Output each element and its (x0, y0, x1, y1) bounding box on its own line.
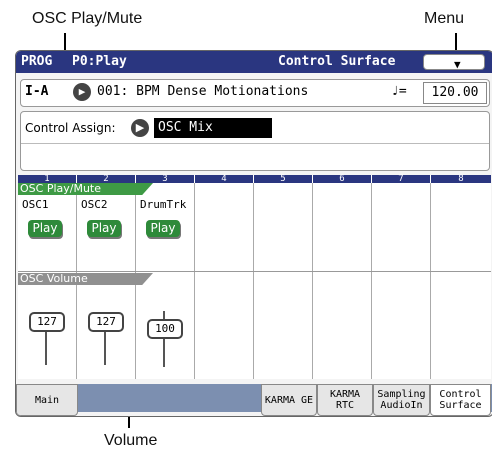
slot-column (254, 183, 313, 379)
tab-karma-ge[interactable]: KARMA GE (261, 384, 317, 416)
slot-column (372, 183, 431, 379)
slot-name: OSC1 (22, 198, 49, 211)
menu-callout: Menu (424, 10, 465, 27)
column-number: 5 (254, 175, 312, 184)
slot-name: DrumTrk (140, 198, 187, 211)
osc1-play-button[interactable]: Play (28, 220, 62, 237)
control-assign-select[interactable]: OSC Mix (154, 118, 272, 138)
drumtrk-play-button[interactable]: Play (146, 220, 180, 237)
program-name: 001: BPM Dense Motionations (97, 84, 309, 99)
osc1-volume-slider-track[interactable] (45, 327, 47, 365)
tempo-value: 120.00 (431, 85, 479, 100)
column-number: 2 (77, 175, 135, 184)
control-assign-arrow-icon[interactable]: ▶ (131, 119, 149, 137)
control-assign-panel: Control Assign: ▶ OSC Mix (20, 111, 490, 171)
osc2-volume-slider[interactable]: 127 (88, 312, 124, 332)
control-assign-divider (21, 143, 489, 144)
tab-control-surface[interactable]: Control Surface (430, 384, 491, 416)
osc2-play-button[interactable]: Play (87, 220, 121, 237)
slot-grid: 1 2 3 4 5 6 7 8 OSC Play/Mute OSC1 OSC2 … (18, 175, 491, 379)
column-number: 8 (431, 175, 491, 184)
osc2-volume-slider-track[interactable] (104, 327, 106, 365)
program-select-row[interactable]: I-A ▶ 001: BPM Dense Motionations ♩= 120… (20, 79, 490, 107)
column-number: 3 (136, 175, 194, 184)
volume-section-label: OSC Volume (18, 273, 153, 285)
column-number: 4 (195, 175, 253, 184)
osc-play-mute-callout: OSC Play/Mute (32, 10, 143, 27)
mode-label: PROG (21, 54, 53, 69)
column-number: 1 (18, 175, 76, 184)
tab-main[interactable]: Main (16, 384, 78, 416)
tab-label: Sampling AudioIn (377, 389, 426, 411)
chevron-down-icon: ▼ (454, 58, 461, 71)
tab-label: Main (34, 394, 60, 406)
bank-label: I-A (25, 84, 49, 99)
program-arrow-icon[interactable]: ▶ (73, 83, 91, 101)
tab-label: KARMA GE (264, 394, 314, 406)
drumtrk-volume-slider[interactable]: 100 (147, 319, 183, 339)
tab-sampling-audioin[interactable]: Sampling AudioIn (373, 384, 430, 416)
menu-button[interactable]: ▼ (423, 54, 485, 71)
slot-column (313, 183, 372, 379)
column-number: 6 (313, 175, 371, 184)
play-mute-section-label: OSC Play/Mute (18, 183, 153, 195)
tempo-field[interactable]: 120.00 (423, 82, 487, 104)
control-surface-window: PROG P0:Play Control Surface ▼ I-A ▶ 001… (15, 50, 492, 417)
screen-title: Control Surface (278, 54, 396, 69)
page-tabs: Main KARMA GE KARMA RTC Sampling AudioIn… (16, 384, 492, 416)
tab-label: KARMA RTC (329, 389, 361, 411)
page-label: P0:Play (72, 54, 127, 69)
tab-karma-rtc[interactable]: KARMA RTC (317, 384, 373, 416)
tempo-symbol: ♩= (391, 84, 407, 99)
tab-label: Control Surface (439, 389, 482, 411)
column-number: 7 (372, 175, 430, 184)
volume-callout: Volume (104, 432, 158, 449)
slot-name: OSC2 (81, 198, 108, 211)
control-assign-label: Control Assign: (25, 121, 116, 135)
slot-column (195, 183, 254, 379)
osc1-volume-slider[interactable]: 127 (29, 312, 65, 332)
title-bar: PROG P0:Play Control Surface ▼ (16, 51, 492, 73)
section-divider (18, 271, 491, 272)
